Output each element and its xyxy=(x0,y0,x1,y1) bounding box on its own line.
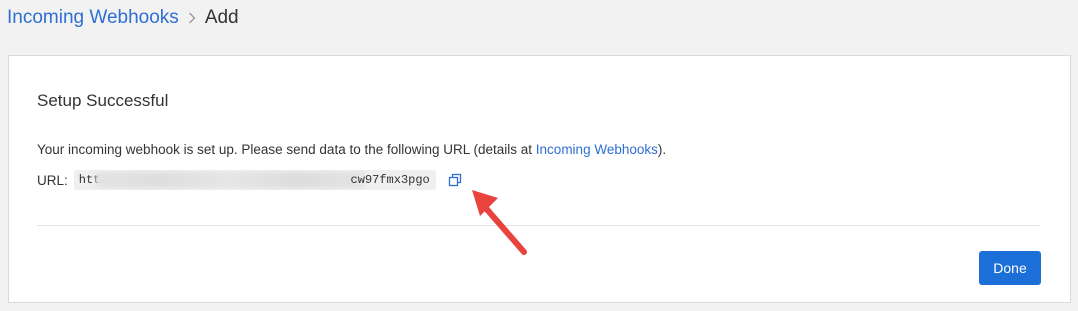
webhook-url[interactable]: htt cw97fmx3pgo xyxy=(73,170,436,190)
breadcrumb: Incoming Webhooks Add xyxy=(7,6,239,30)
panel-divider xyxy=(37,225,1040,226)
url-row: URL: htt cw97fmx3pgo xyxy=(37,170,462,190)
done-button[interactable]: Done xyxy=(979,251,1041,285)
setup-message: Your incoming webhook is set up. Please … xyxy=(37,142,666,157)
redacted-url-blur xyxy=(95,172,364,188)
panel-title: Setup Successful xyxy=(37,91,169,110)
url-label: URL: xyxy=(37,172,68,188)
incoming-webhooks-link[interactable]: Incoming Webhooks xyxy=(536,142,658,157)
message-text: Your incoming webhook is set up. Please … xyxy=(37,142,536,157)
copy-icon[interactable] xyxy=(448,173,462,187)
breadcrumb-incoming-webhooks-link[interactable]: Incoming Webhooks xyxy=(7,6,179,30)
webhook-url-end: cw97fmx3pgo xyxy=(350,173,430,187)
setup-panel: Setup Successful Your incoming webhook i… xyxy=(8,55,1071,303)
breadcrumb-current: Add xyxy=(204,7,239,28)
message-suffix: ). xyxy=(657,142,667,157)
chevron-right-icon xyxy=(188,12,196,24)
red-arrow-annotation xyxy=(472,190,527,255)
